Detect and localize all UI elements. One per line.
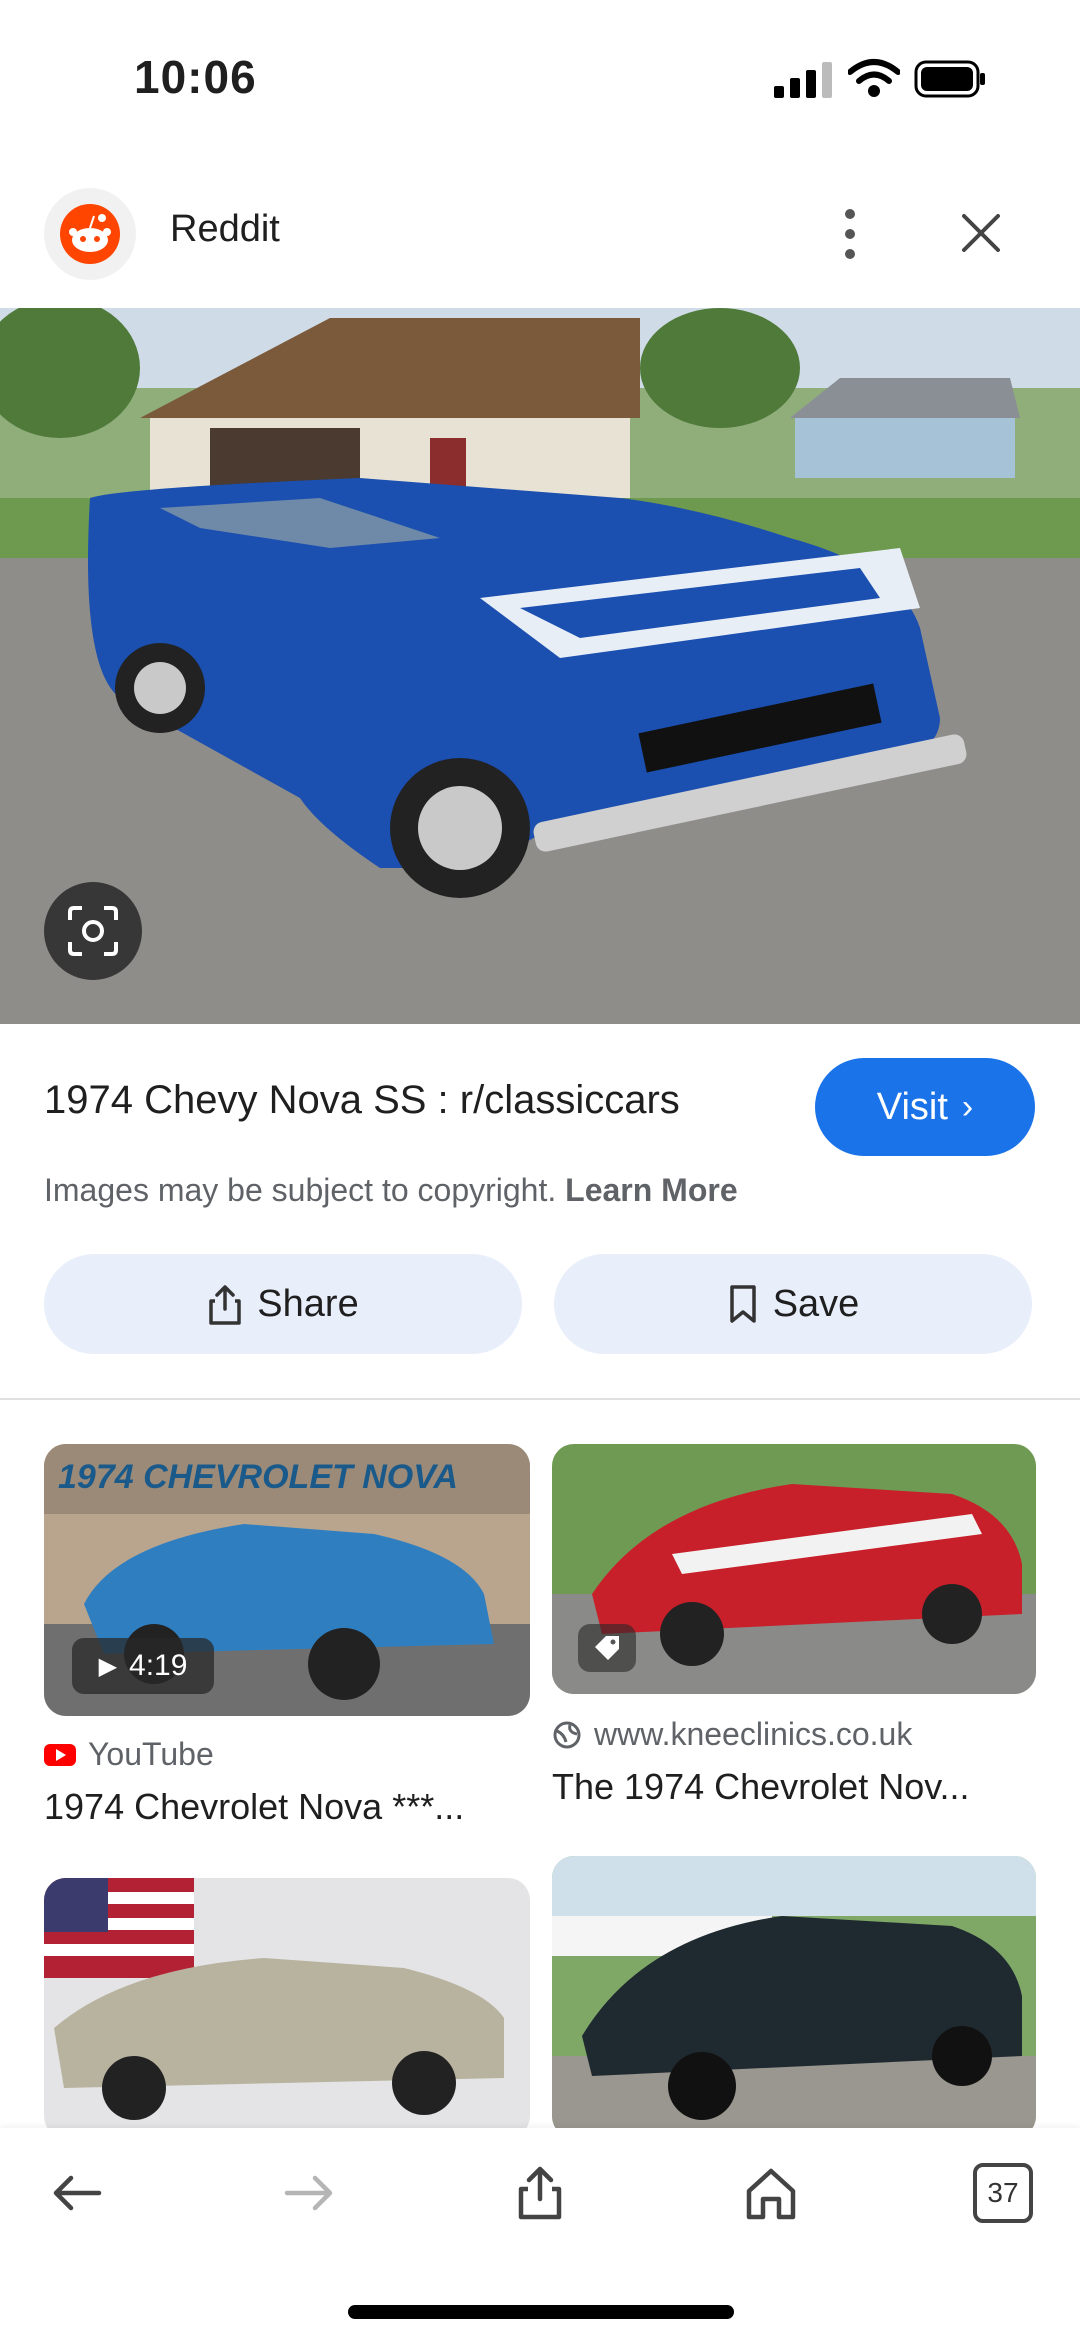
wifi-icon — [848, 59, 900, 97]
duration-badge: ▶ 4:19 — [72, 1638, 214, 1694]
share-icon[interactable] — [505, 2158, 575, 2228]
reddit-icon[interactable] — [44, 188, 136, 280]
learn-more-link[interactable]: Learn More — [565, 1172, 737, 1208]
result-caption[interactable]: 1974 Chevrolet Nova ***... — [44, 1786, 530, 1828]
result-caption[interactable]: The 1974 Chevrolet Nov... — [552, 1766, 1036, 1808]
globe-icon — [553, 1721, 581, 1748]
tab-count: 37 — [973, 2163, 1033, 2223]
back-arrow-icon[interactable] — [42, 2158, 112, 2228]
result-image[interactable] — [0, 308, 1080, 1024]
copyright-text: Images may be subject to copyright. — [44, 1172, 557, 1208]
home-icon[interactable] — [736, 2158, 806, 2228]
source-name: YouTube — [88, 1736, 214, 1772]
home-indicator[interactable] — [348, 2305, 734, 2319]
youtube-icon — [44, 1743, 76, 1766]
close-icon[interactable] — [956, 208, 1006, 258]
result-source[interactable]: www.kneeclinics.co.uk — [552, 1716, 912, 1753]
related-thumbnail[interactable] — [44, 1878, 530, 2138]
share-icon — [209, 1285, 242, 1325]
source-name: www.kneeclinics.co.uk — [594, 1716, 913, 1752]
more-vert-icon[interactable] — [830, 206, 870, 262]
save-label: Save — [772, 1282, 860, 1325]
chevron-right-icon: › — [961, 1087, 974, 1126]
share-label: Share — [257, 1282, 359, 1325]
copyright-notice: Images may be subject to copyright. Lear… — [44, 1172, 738, 1209]
status-time: 10:06 — [134, 51, 257, 103]
share-button[interactable]: Share — [44, 1254, 522, 1354]
lens-icon[interactable] — [44, 882, 142, 980]
tag-icon — [578, 1624, 636, 1672]
related-thumbnail[interactable] — [552, 1856, 1036, 2138]
thumbnail-overlay-title: 1974 CHEVROLET NOVA — [58, 1458, 458, 1496]
result-title[interactable]: 1974 Chevy Nova SS : r/classiccars — [44, 1078, 680, 1123]
tabs-icon[interactable]: 37 — [968, 2158, 1038, 2228]
duration-text: 4:19 — [129, 1649, 188, 1682]
bookmark-icon — [729, 1285, 756, 1323]
divider — [0, 1398, 1080, 1400]
battery-icon — [914, 60, 985, 98]
visit-button[interactable]: Visit › — [815, 1058, 1035, 1156]
result-source[interactable]: YouTube — [44, 1736, 214, 1773]
visit-label: Visit — [876, 1085, 948, 1128]
forward-arrow-icon[interactable] — [274, 2158, 344, 2228]
site-title: Reddit — [170, 208, 280, 250]
signal-icon — [774, 62, 832, 98]
play-icon: ▶ — [98, 1652, 118, 1680]
save-button[interactable]: Save — [554, 1254, 1032, 1354]
